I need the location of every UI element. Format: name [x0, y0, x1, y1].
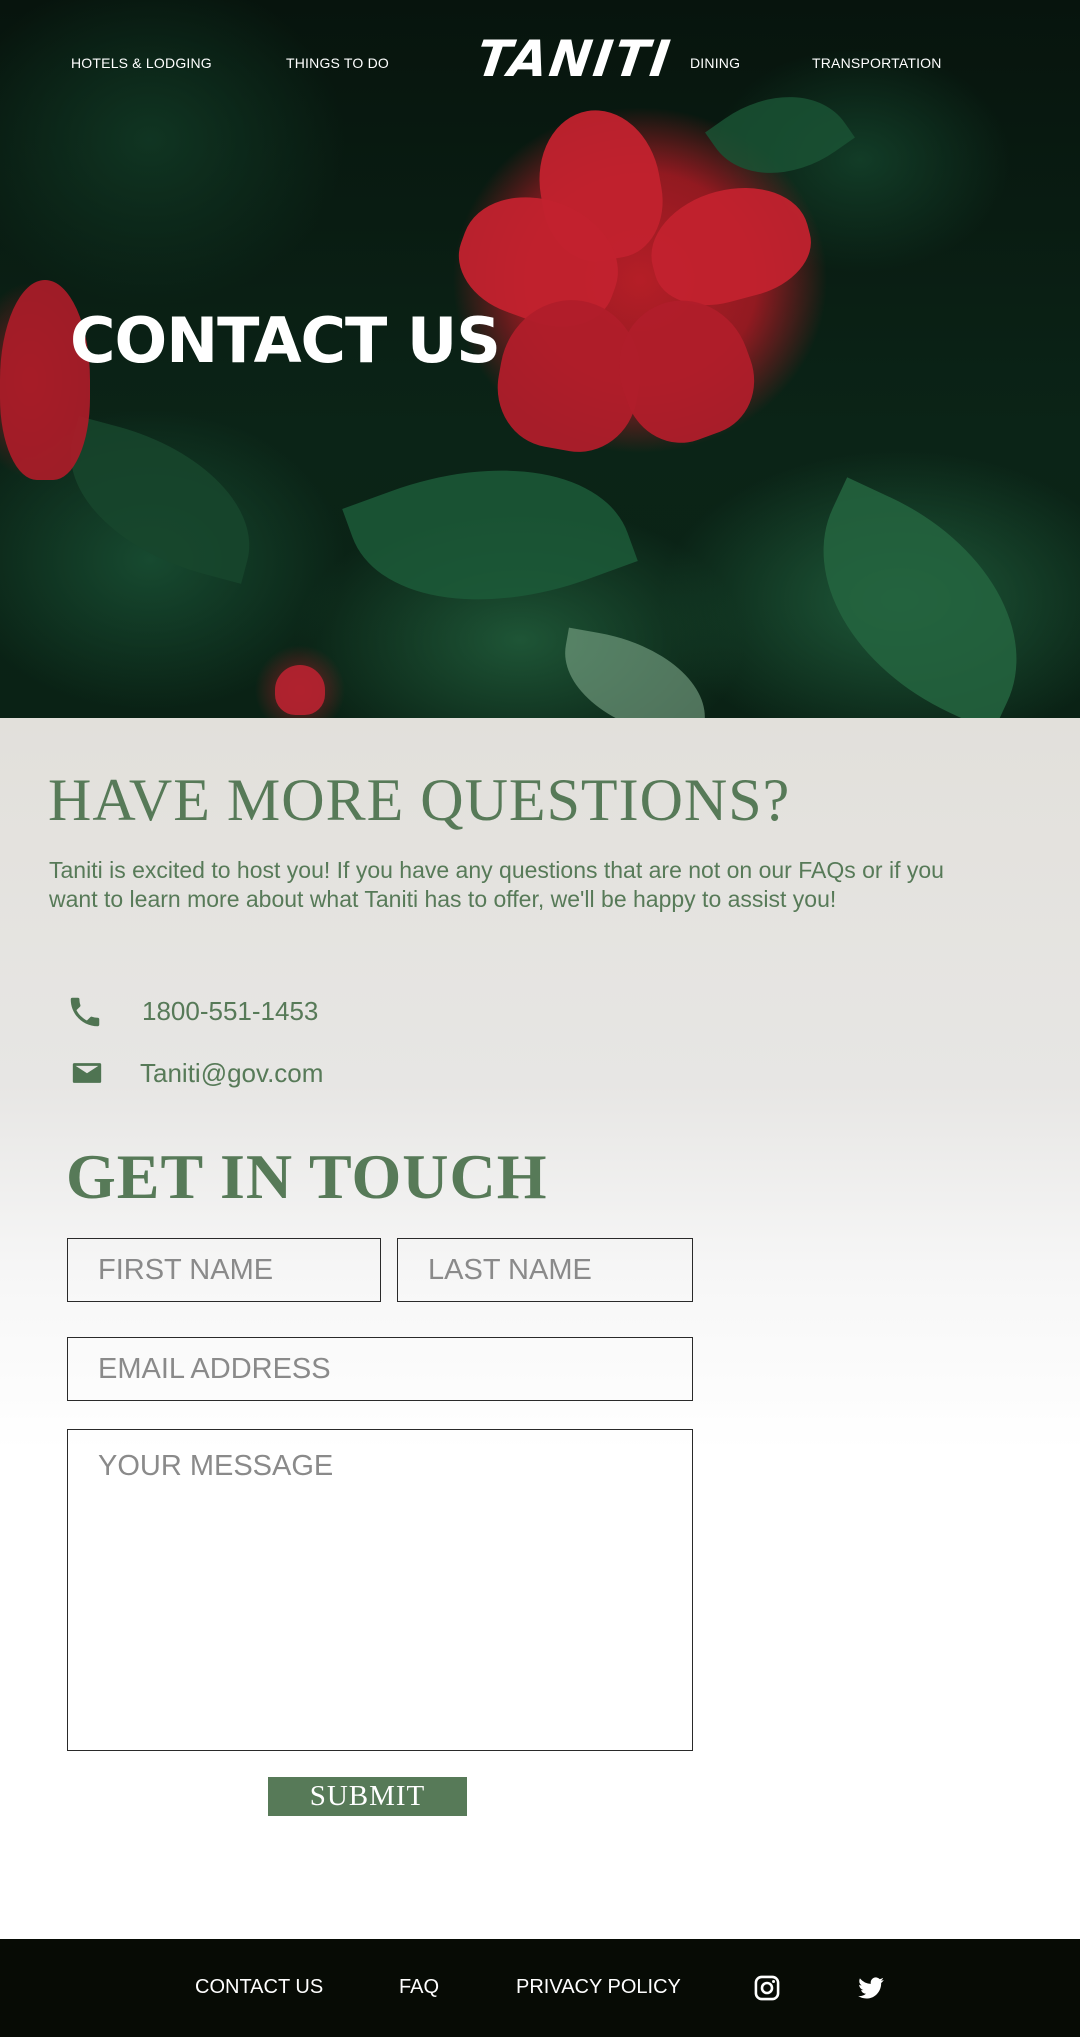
- intro-text: Taniti is excited to host you! If you ha…: [49, 857, 944, 912]
- main-content: HAVE MORE QUESTIONS? Taniti is excited t…: [0, 718, 1080, 1939]
- email-address[interactable]: Taniti@gov.com: [140, 1058, 323, 1089]
- site-footer: CONTACT US FAQ PRIVACY POLICY: [0, 1939, 1080, 2037]
- nav-dining[interactable]: DINING: [690, 55, 740, 71]
- submit-button[interactable]: SUBMIT: [268, 1777, 467, 1816]
- phone-number[interactable]: 1800-551-1453: [142, 996, 318, 1027]
- phone-icon: [70, 997, 100, 1027]
- leaf-shape: [775, 477, 1065, 718]
- nav-hotels-lodging[interactable]: HOTELS & LODGING: [71, 55, 212, 71]
- instagram-icon[interactable]: [753, 1974, 781, 2002]
- questions-heading: HAVE MORE QUESTIONS?: [48, 767, 791, 833]
- leaf-shape: [553, 627, 717, 718]
- message-textarea[interactable]: [67, 1429, 693, 1751]
- phone-row: 1800-551-1453: [0, 993, 400, 1033]
- first-name-input[interactable]: [67, 1238, 381, 1302]
- get-in-touch-heading: GET IN TOUCH: [66, 1141, 548, 1212]
- flower-petal: [638, 171, 822, 319]
- leaf-shape: [342, 420, 638, 650]
- hero-banner: HOTELS & LODGING THINGS TO DO DINING TRA…: [0, 0, 1080, 718]
- flower-petal: [599, 281, 771, 459]
- email-input[interactable]: [67, 1337, 693, 1401]
- nav-things-to-do[interactable]: THINGS TO DO: [286, 55, 389, 71]
- taniti-logo[interactable]: TANITI: [473, 30, 675, 88]
- nav-transportation[interactable]: TRANSPORTATION: [812, 55, 942, 71]
- twitter-icon[interactable]: [856, 1974, 886, 2002]
- email-row: Taniti@gov.com: [0, 1056, 400, 1096]
- footer-privacy-link[interactable]: PRIVACY POLICY: [516, 1976, 681, 1999]
- footer-contact-link[interactable]: CONTACT US: [195, 1976, 323, 1999]
- mail-icon: [72, 1063, 102, 1083]
- leaf-shape: [705, 63, 855, 207]
- footer-faq-link[interactable]: FAQ: [399, 1976, 439, 1999]
- flower-petal: [275, 665, 325, 715]
- page-title: CONTACT US: [70, 303, 501, 377]
- last-name-input[interactable]: [397, 1238, 693, 1302]
